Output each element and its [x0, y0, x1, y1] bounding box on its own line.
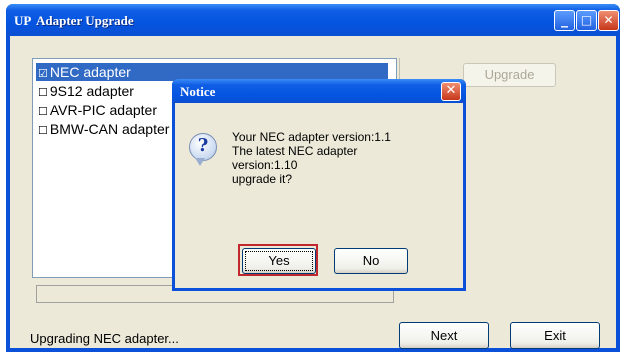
list-item[interactable]: ☐ 9S12 adapter	[36, 82, 136, 100]
yes-button[interactable]: Yes	[242, 248, 316, 274]
no-button[interactable]: No	[334, 248, 408, 274]
window-title: Adapter Upgrade	[36, 13, 134, 28]
maximize-button[interactable]: □	[576, 10, 597, 31]
checkbox-checked-icon[interactable]: ☑	[38, 68, 48, 80]
message-line: upgrade it?	[232, 172, 293, 186]
upgrade-button[interactable]: Upgrade	[463, 63, 556, 87]
message-line: The latest NEC adapter	[232, 144, 358, 158]
close-button[interactable]: ✕	[598, 10, 619, 31]
checkbox-icon[interactable]: ☐	[38, 106, 48, 118]
dialog-title-bar[interactable]: Notice ✕	[172, 79, 466, 103]
checkbox-icon[interactable]: ☐	[38, 125, 48, 137]
title-bar[interactable]: UP Adapter Upgrade _ □ ✕	[6, 4, 620, 36]
question-icon-tail	[195, 158, 205, 166]
dialog-message: Your NEC adapter version:1.1 The latest …	[232, 130, 391, 186]
dialog-title: Notice	[180, 84, 216, 99]
dialog-body: ? Your NEC adapter version:1.1 The lates…	[175, 103, 463, 288]
exit-button[interactable]: Exit	[510, 322, 600, 349]
dialog-close-button[interactable]: ✕	[441, 82, 461, 101]
list-item[interactable]: ☐ BMW-CAN adapter	[36, 120, 171, 138]
status-text: Upgrading NEC adapter...	[30, 331, 179, 346]
notice-dialog: Notice ✕ ? Your NEC adapter version:1.1 …	[172, 79, 466, 291]
message-line: Your NEC adapter version:1.1	[232, 130, 391, 144]
list-item[interactable]: ☐ AVR-PIC adapter	[36, 101, 159, 119]
next-button[interactable]: Next	[399, 322, 489, 349]
minimize-button[interactable]: _	[554, 10, 575, 31]
checkbox-icon[interactable]: ☐	[38, 87, 48, 99]
message-line: version:1.10	[232, 158, 298, 172]
app-icon: UP	[14, 13, 32, 28]
question-icon: ?	[189, 133, 217, 161]
